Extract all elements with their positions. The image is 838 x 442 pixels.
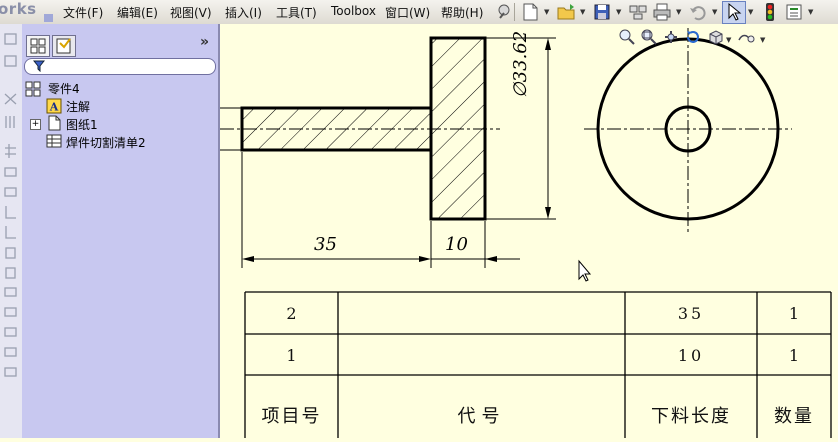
chevron-down-icon[interactable]: ▼ (808, 8, 813, 16)
chevron-down-icon[interactable]: ▼ (616, 8, 621, 16)
svg-text:A: A (49, 101, 59, 114)
new-document-icon[interactable] (520, 2, 540, 22)
cube-view-icon[interactable] (706, 28, 724, 46)
dimension-shaft-length[interactable]: 35 (314, 234, 337, 255)
menu-window[interactable]: 窗口(W) (385, 4, 430, 21)
tree-item-annotations[interactable]: 注解 (66, 98, 90, 115)
bom-cell-qty: 1 (788, 346, 800, 365)
options-icon[interactable] (784, 2, 804, 22)
filter-input[interactable] (24, 58, 216, 75)
section-view[interactable] (220, 36, 500, 221)
menu-bar: orks 文件(F) 编辑(E) 视图(V) 插入(I) 工具(T) Toolb… (0, 0, 838, 25)
bom-header-item: 项目号 (261, 406, 322, 427)
chevron-down-icon[interactable]: ▼ (712, 8, 717, 16)
menu-toolbox[interactable]: Toolbox (331, 4, 376, 18)
mouse-cursor-icon (578, 259, 592, 282)
feature-tree-icon (30, 38, 46, 54)
pin-icon[interactable] (494, 2, 514, 22)
sheet-icon (48, 115, 61, 131)
dimension-flange-thickness[interactable]: 10 (445, 234, 468, 255)
bom-cell-item: 1 (286, 346, 297, 365)
view-toolbar: ▼ ▼ (618, 28, 798, 50)
app-name: orks (0, 0, 37, 18)
menu-edit[interactable]: 编辑(E) (117, 4, 158, 21)
chevron-down-icon[interactable]: ▼ (726, 36, 731, 44)
menu-insert[interactable]: 插入(I) (225, 4, 262, 21)
chevron-down-icon[interactable]: ▼ (676, 8, 681, 16)
print-icon[interactable] (652, 2, 672, 22)
dimension-diameter[interactable]: ∅33.62 (510, 31, 531, 98)
bom-cell-qty: 1 (788, 304, 800, 323)
feature-manager-panel: » 零件4 A 注解 + 图纸1 焊件切割清单2 (22, 24, 220, 438)
property-tab[interactable] (52, 35, 76, 57)
toolbar-separator (514, 3, 515, 21)
pan-icon[interactable] (662, 28, 680, 46)
property-manager-icon (56, 38, 71, 54)
annotation-icon: A (46, 98, 62, 114)
bom-header-qty: 数量 (774, 406, 814, 427)
tree-item-sheet[interactable]: 图纸1 (66, 116, 98, 133)
zoom-fit-icon[interactable] (618, 28, 636, 46)
rotate-icon[interactable] (684, 28, 702, 46)
bom-cell-length: 10 (677, 346, 705, 365)
sketch-tools-icons[interactable] (0, 24, 22, 438)
cut-list-icon (46, 134, 62, 148)
bom-cell-item: 2 (286, 304, 297, 323)
select-cursor-icon[interactable] (724, 2, 744, 22)
undo-icon[interactable] (688, 2, 708, 22)
menu-view[interactable]: 视图(V) (170, 4, 212, 21)
tree-item-part[interactable]: 零件4 (48, 80, 80, 97)
feature-tree-tab[interactable] (26, 35, 50, 57)
end-view[interactable] (584, 28, 792, 232)
menu-file[interactable]: 文件(F) (63, 4, 103, 21)
panel-expand-button[interactable]: » (200, 34, 209, 50)
menu-help[interactable]: 帮助(H) (441, 4, 483, 21)
chevron-down-icon[interactable]: ▼ (760, 36, 765, 44)
chevron-down-icon[interactable]: ▼ (580, 8, 585, 16)
tree-expander[interactable]: + (30, 119, 41, 130)
part-icon (25, 81, 41, 97)
tree-item-cut-list[interactable]: 焊件切割清单2 (66, 134, 146, 151)
drawing-canvas[interactable]: ▼ ▼ ∅33.62 35 10 2 35 1 1 10 1 项目号 代号 下料… (220, 24, 838, 438)
bom-cell-length: 35 (677, 304, 705, 323)
chevron-down-icon[interactable]: ▼ (544, 8, 549, 16)
filter-icon (33, 60, 45, 72)
print-layout-icon[interactable] (628, 2, 648, 22)
save-icon[interactable] (592, 2, 612, 22)
menu-tools[interactable]: 工具(T) (276, 4, 317, 21)
app-logo-fragment (44, 14, 53, 22)
traffic-light-icon[interactable] (760, 2, 780, 22)
display-style-icon[interactable] (736, 28, 758, 46)
bom-header-code: 代号 (457, 406, 506, 427)
chevron-down-icon[interactable]: ▼ (748, 8, 753, 16)
left-tool-strip (0, 24, 23, 438)
open-folder-icon[interactable] (556, 2, 576, 22)
zoom-area-icon[interactable] (640, 28, 658, 46)
bom-header-length: 下料长度 (651, 406, 731, 427)
